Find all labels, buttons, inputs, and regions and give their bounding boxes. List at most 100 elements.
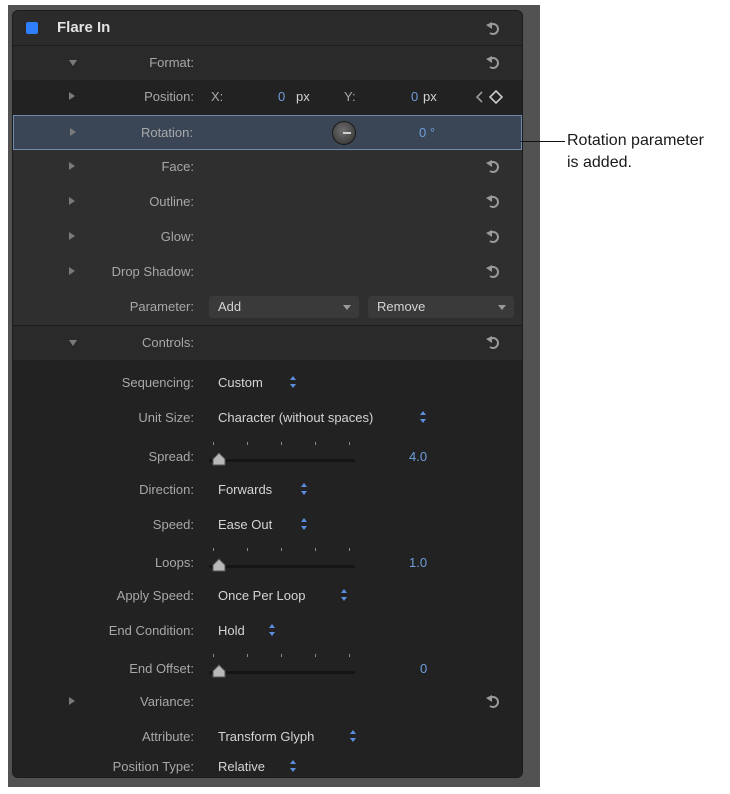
parameter-remove-popup[interactable]: Remove bbox=[368, 296, 514, 318]
callout-line-1: Rotation parameter bbox=[567, 132, 704, 149]
position-type-value[interactable]: Relative bbox=[218, 759, 265, 774]
disclosure-triangle-icon[interactable] bbox=[69, 340, 77, 346]
outline-row[interactable]: Outline: bbox=[13, 185, 522, 220]
slider-thumb-icon[interactable] bbox=[212, 452, 226, 466]
disclosure-triangle-icon[interactable] bbox=[69, 267, 75, 275]
loops-label: Loops: bbox=[154, 555, 194, 570]
apply-speed-label: Apply Speed: bbox=[116, 588, 194, 603]
reset-icon[interactable] bbox=[486, 263, 500, 279]
stepper-icon[interactable] bbox=[289, 375, 297, 389]
behavior-title: Flare In bbox=[57, 19, 111, 36]
behavior-header[interactable]: Flare In bbox=[13, 11, 522, 46]
position-type-row: Position Type: Relative bbox=[13, 750, 522, 777]
drop-shadow-row[interactable]: Drop Shadow: bbox=[13, 255, 522, 290]
loops-slider[interactable] bbox=[209, 544, 359, 579]
position-x-value[interactable]: 0 bbox=[278, 89, 285, 104]
slider-tick bbox=[315, 548, 316, 551]
disclosure-triangle-icon[interactable] bbox=[69, 697, 75, 705]
apply-speed-row: Apply Speed: Once Per Loop bbox=[13, 579, 522, 614]
reset-icon[interactable] bbox=[486, 193, 500, 209]
rotation-row[interactable]: Rotation: 0 ° bbox=[13, 115, 522, 150]
disclosure-triangle-icon[interactable] bbox=[70, 128, 76, 136]
spread-slider[interactable] bbox=[209, 438, 359, 473]
attribute-value[interactable]: Transform Glyph bbox=[218, 729, 314, 744]
variance-row[interactable]: Variance: bbox=[13, 685, 522, 720]
position-y-label: Y: bbox=[344, 89, 356, 104]
disclosure-triangle-icon[interactable] bbox=[69, 232, 75, 240]
speed-row: Speed: Ease Out bbox=[13, 508, 522, 543]
unit-size-value[interactable]: Character (without spaces) bbox=[218, 410, 373, 425]
glow-row[interactable]: Glow: bbox=[13, 220, 522, 255]
end-condition-value[interactable]: Hold bbox=[218, 623, 245, 638]
format-row[interactable]: Format: bbox=[13, 45, 522, 81]
controls-label: Controls: bbox=[141, 335, 194, 350]
parameter-remove-label: Remove bbox=[377, 299, 426, 314]
sequencing-value[interactable]: Custom bbox=[218, 375, 263, 390]
disclosure-triangle-icon[interactable] bbox=[69, 92, 75, 100]
keyframe-nav-icon[interactable] bbox=[476, 90, 506, 104]
end-offset-value[interactable]: 0 bbox=[420, 661, 427, 676]
sequencing-row: Sequencing: Custom bbox=[13, 366, 522, 401]
dial-needle-icon bbox=[343, 132, 351, 134]
stepper-icon[interactable] bbox=[300, 517, 308, 531]
behavior-enable-checkbox[interactable] bbox=[26, 22, 38, 34]
parameter-add-popup[interactable]: Add bbox=[209, 296, 359, 318]
rotation-label: Rotation: bbox=[140, 125, 193, 140]
end-condition-row: End Condition: Hold bbox=[13, 614, 522, 649]
reset-icon[interactable] bbox=[486, 334, 500, 350]
rotation-value[interactable]: 0 ° bbox=[419, 125, 435, 140]
reset-icon[interactable] bbox=[486, 54, 500, 70]
unit-size-row: Unit Size: Character (without spaces) bbox=[13, 401, 522, 436]
direction-value[interactable]: Forwards bbox=[218, 482, 272, 497]
apply-speed-value[interactable]: Once Per Loop bbox=[218, 588, 305, 603]
chevron-down-icon bbox=[498, 305, 506, 310]
controls-row[interactable]: Controls: bbox=[13, 325, 522, 361]
stepper-icon[interactable] bbox=[289, 759, 297, 773]
format-label: Format: bbox=[149, 55, 194, 70]
slider-tick bbox=[247, 654, 248, 657]
slider-track[interactable] bbox=[209, 459, 355, 462]
end-offset-row: End Offset: 0 bbox=[13, 650, 522, 685]
rotation-dial[interactable] bbox=[332, 121, 356, 145]
slider-track[interactable] bbox=[209, 671, 355, 674]
reset-icon[interactable] bbox=[486, 158, 500, 174]
parameter-add-label: Add bbox=[218, 299, 242, 314]
speed-value[interactable]: Ease Out bbox=[218, 517, 272, 532]
stepper-icon[interactable] bbox=[419, 410, 427, 424]
reset-icon[interactable] bbox=[486, 228, 500, 244]
slider-thumb-icon[interactable] bbox=[212, 664, 226, 678]
spread-value[interactable]: 4.0 bbox=[409, 449, 427, 464]
end-condition-label: End Condition: bbox=[108, 623, 194, 638]
stepper-icon[interactable] bbox=[349, 729, 357, 743]
position-y-value[interactable]: 0 bbox=[411, 89, 418, 104]
slider-tick bbox=[315, 654, 316, 657]
spread-row: Spread: 4.0 bbox=[13, 438, 522, 473]
face-row[interactable]: Face: bbox=[13, 150, 522, 185]
reset-icon[interactable] bbox=[486, 693, 500, 709]
reset-icon[interactable] bbox=[486, 20, 500, 36]
slider-track[interactable] bbox=[209, 565, 355, 568]
spread-label: Spread: bbox=[148, 449, 194, 464]
disclosure-triangle-icon[interactable] bbox=[69, 197, 75, 205]
variance-label: Variance: bbox=[140, 694, 194, 709]
slider-tick bbox=[213, 442, 214, 445]
end-offset-slider[interactable] bbox=[209, 650, 359, 685]
disclosure-triangle-icon[interactable] bbox=[69, 60, 77, 66]
slider-thumb-icon[interactable] bbox=[212, 558, 226, 572]
callout-text: Rotation parameter is added. bbox=[567, 130, 730, 174]
disclosure-triangle-icon[interactable] bbox=[69, 162, 75, 170]
stepper-icon[interactable] bbox=[340, 588, 348, 602]
stepper-icon[interactable] bbox=[300, 482, 308, 496]
slider-tick bbox=[349, 548, 350, 551]
slider-tick bbox=[281, 442, 282, 445]
glow-label: Glow: bbox=[160, 229, 194, 244]
direction-row: Direction: Forwards bbox=[13, 473, 522, 508]
position-x-unit: px bbox=[296, 89, 310, 104]
slider-tick bbox=[213, 654, 214, 657]
loops-value[interactable]: 1.0 bbox=[409, 555, 427, 570]
drop-shadow-label: Drop Shadow: bbox=[111, 264, 194, 279]
slider-tick bbox=[281, 654, 282, 657]
slider-tick bbox=[349, 654, 350, 657]
inspector-panel: Flare In Format: Position: X: 0 px Y: 0 … bbox=[12, 10, 523, 778]
stepper-icon[interactable] bbox=[268, 623, 276, 637]
